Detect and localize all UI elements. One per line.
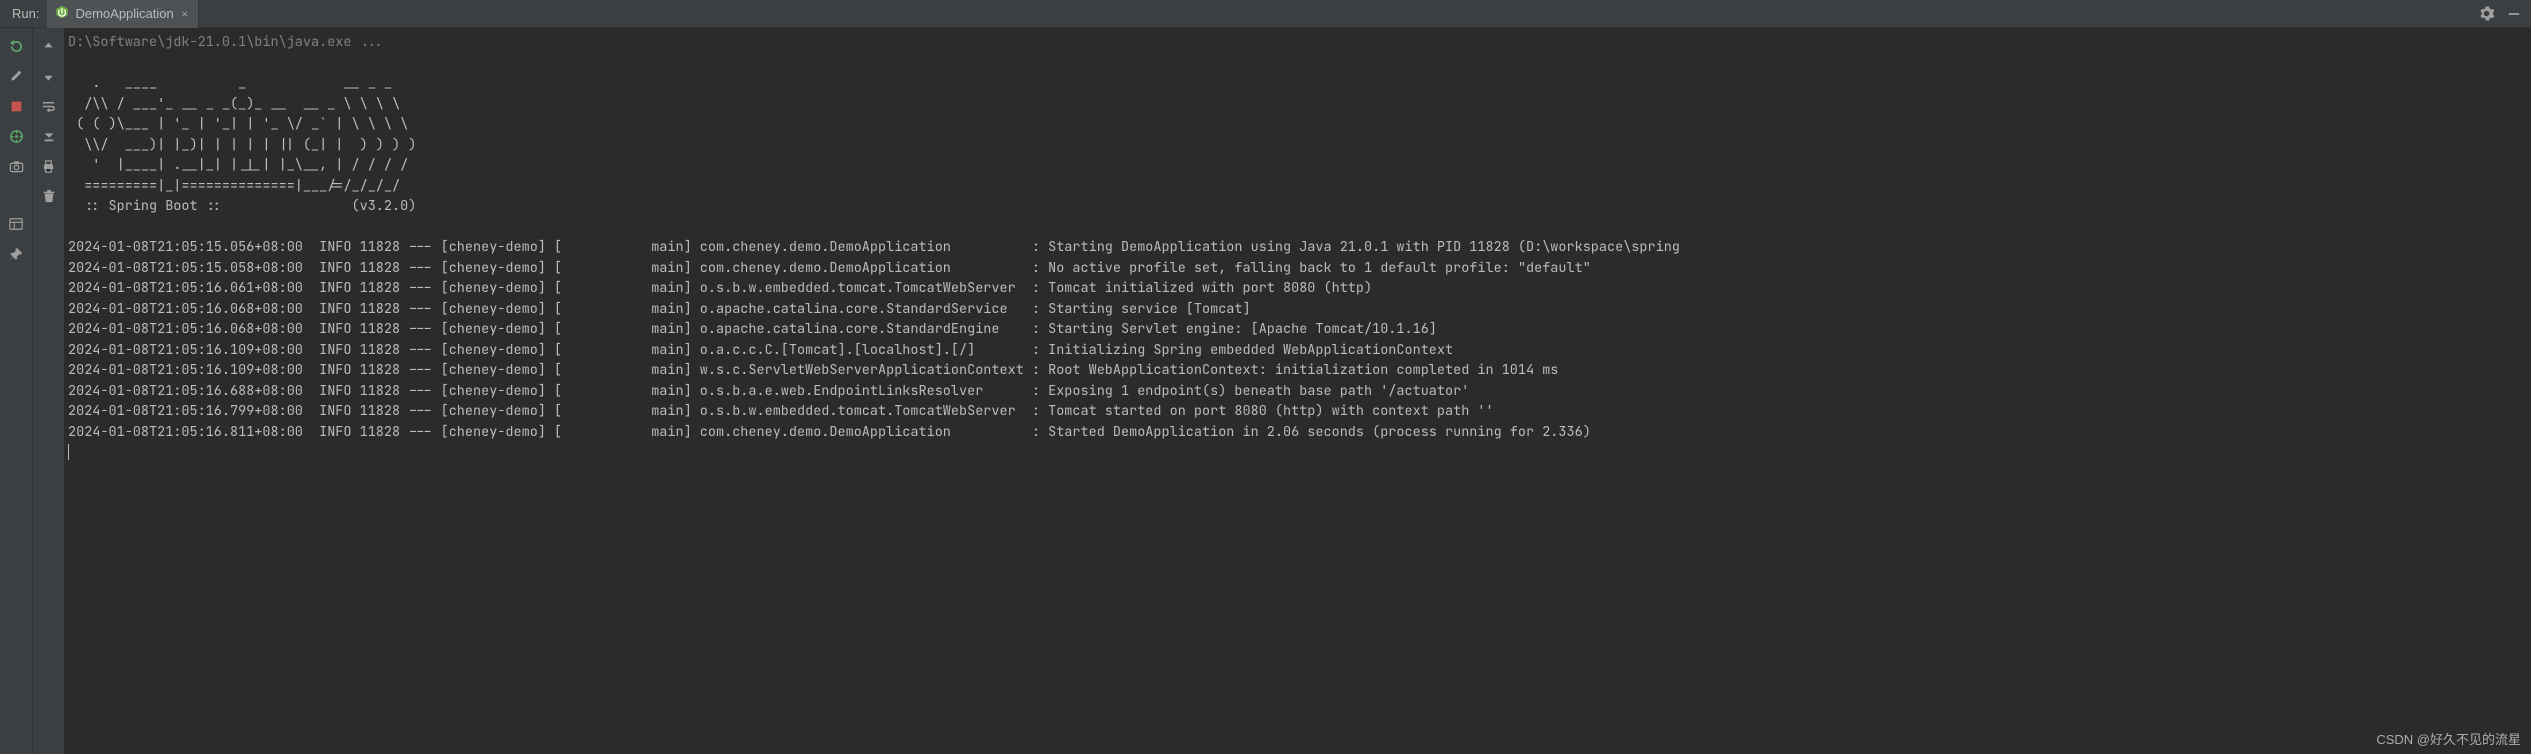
blank-line (68, 217, 2523, 238)
tool-window-body: D:\Software\jdk-21.0.1\bin\java.exe ... … (0, 28, 2531, 754)
banner-line: . ____ _ __ _ _ (68, 73, 2523, 94)
gear-icon[interactable] (2475, 3, 2497, 25)
minimize-icon[interactable] (2503, 3, 2525, 25)
log-line: 2024-01-08T21:05:15.056+08:00 INFO 11828… (68, 237, 2523, 258)
pin-icon[interactable] (4, 242, 28, 266)
close-icon[interactable]: × (180, 9, 190, 19)
up-stack-button[interactable] (37, 34, 61, 58)
run-label: Run: (0, 6, 47, 21)
run-tab-demoapplication[interactable]: DemoApplication × (47, 0, 198, 28)
soft-wrap-button[interactable] (37, 94, 61, 118)
log-line: 2024-01-08T21:05:16.799+08:00 INFO 11828… (68, 401, 2523, 422)
print-button[interactable] (37, 154, 61, 178)
log-line: 2024-01-08T21:05:16.061+08:00 INFO 11828… (68, 278, 2523, 299)
cursor (68, 444, 69, 460)
banner-line: =========|_|==============|___/=/_/_/_/ (68, 176, 2523, 197)
scroll-end-button[interactable] (37, 124, 61, 148)
command-line: D:\Software\jdk-21.0.1\bin\java.exe ... (68, 32, 2523, 53)
log-line: 2024-01-08T21:05:16.109+08:00 INFO 11828… (68, 340, 2523, 361)
run-tool-window: Run: DemoApplication × (0, 0, 2531, 754)
log-line: 2024-01-08T21:05:16.688+08:00 INFO 11828… (68, 381, 2523, 402)
banner-line: \\/ ___)| |_)| | | | | || (_| | ) ) ) ) (68, 135, 2523, 156)
banner-line: ( ( )\___ | '_ | '_| | '_ \/ _` | \ \ \ … (68, 114, 2523, 135)
log-line: 2024-01-08T21:05:15.058+08:00 INFO 11828… (68, 258, 2523, 279)
log-line: 2024-01-08T21:05:16.068+08:00 INFO 11828… (68, 319, 2523, 340)
tab-label: DemoApplication (75, 6, 173, 21)
blank-line (68, 53, 2523, 74)
console-output[interactable]: D:\Software\jdk-21.0.1\bin\java.exe ... … (64, 28, 2531, 754)
layout-icon[interactable] (4, 212, 28, 236)
modify-run-config-button[interactable] (4, 64, 28, 88)
dump-threads-button[interactable] (4, 124, 28, 148)
spring-boot-icon (55, 5, 69, 22)
log-line: 2024-01-08T21:05:16.068+08:00 INFO 11828… (68, 299, 2523, 320)
cursor-line (68, 442, 2523, 463)
banner-line: /\\ / ___'_ __ _ _(_)_ __ __ _ \ \ \ \ (68, 94, 2523, 115)
banner-line: :: Spring Boot :: (v3.2.0) (68, 196, 2523, 217)
camera-icon[interactable] (4, 154, 28, 178)
down-stack-button[interactable] (37, 64, 61, 88)
log-line: 2024-01-08T21:05:16.811+08:00 INFO 11828… (68, 422, 2523, 443)
left-gutter-primary (0, 28, 32, 754)
clear-all-button[interactable] (37, 184, 61, 208)
left-gutter-secondary (32, 28, 64, 754)
rerun-button[interactable] (4, 34, 28, 58)
log-line: 2024-01-08T21:05:16.109+08:00 INFO 11828… (68, 360, 2523, 381)
tool-window-header: Run: DemoApplication × (0, 0, 2531, 28)
banner-line: ' |____| .__|_| |_|_| |_\__, | / / / / (68, 155, 2523, 176)
stop-button[interactable] (4, 94, 28, 118)
